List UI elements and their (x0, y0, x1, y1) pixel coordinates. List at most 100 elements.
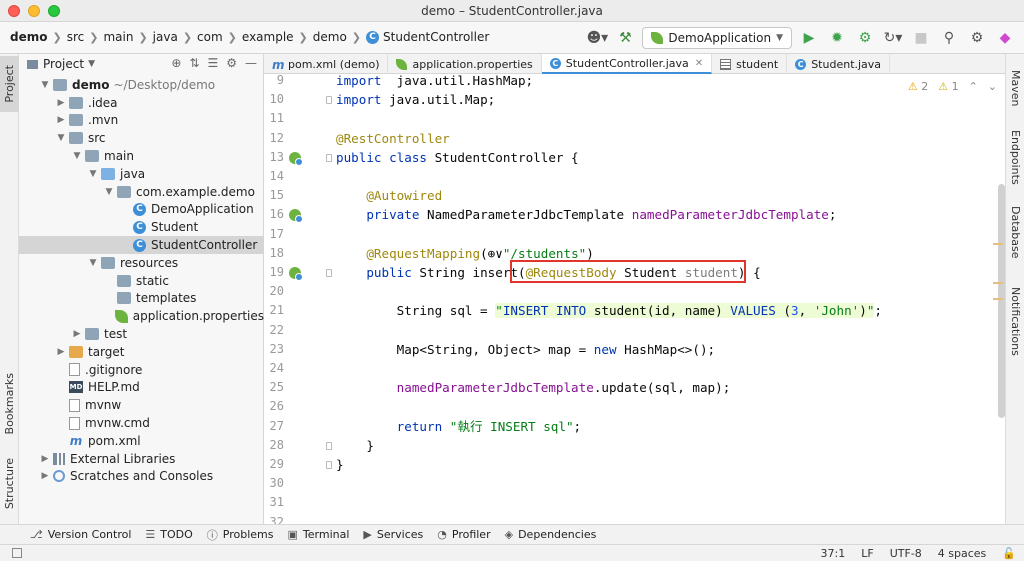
chevron-right-icon[interactable]: ▶ (71, 329, 83, 339)
run-configuration-select[interactable]: DemoApplication ▼ (642, 27, 792, 49)
chevron-down-icon[interactable]: ▼ (71, 151, 83, 161)
coverage-icon[interactable]: ⚙ (854, 27, 876, 49)
tool-button-terminal[interactable]: ▣ Terminal (288, 528, 350, 541)
tree-item[interactable]: templates (19, 290, 264, 308)
line-separator[interactable]: LF (861, 547, 873, 560)
tool-button-version-control[interactable]: ⎇ Version Control (30, 528, 131, 541)
chevron-right-icon[interactable]: ▶ (39, 454, 51, 464)
tool-button-problems[interactable]: ⓘ Problems (207, 527, 274, 543)
editor-tab[interactable]: student (712, 54, 788, 74)
tree-item[interactable]: m pom.xml (19, 432, 264, 450)
breadcrumb-item[interactable]: com (197, 30, 223, 44)
tree-item[interactable]: ▼ resources (19, 254, 264, 272)
editor-tab[interactable]: application.properties (388, 54, 542, 74)
fold-marker-icon[interactable] (326, 153, 332, 162)
collapse-all-icon[interactable]: ⇅ (189, 56, 199, 70)
tree-item[interactable]: mvnw (19, 396, 264, 414)
tree-item[interactable]: ▶ target (19, 343, 264, 361)
breadcrumb-item[interactable]: src (67, 30, 85, 44)
tree-item[interactable]: mvnw.cmd (19, 414, 264, 432)
close-tab-icon[interactable]: ✕ (695, 58, 703, 69)
tool-button-services[interactable]: ▶ Services (363, 528, 423, 541)
expand-all-icon[interactable]: ☰ (207, 56, 218, 70)
editor-tab[interactable]: m pom.xml (demo) (264, 54, 389, 74)
editor-vertical-scrollbar[interactable] (998, 184, 1005, 418)
tool-button-dependencies[interactable]: ◈ Dependencies (505, 528, 597, 541)
jetbrains-logo-icon[interactable]: ◆ (994, 27, 1016, 49)
lock-icon[interactable]: 🔓 (1002, 547, 1016, 560)
settings-gear-icon[interactable]: ⚙ (966, 27, 988, 49)
project-panel-title[interactable]: Project (43, 57, 84, 71)
endpoints-tool-tab[interactable]: Endpoints (1006, 120, 1024, 194)
search-icon[interactable]: ⚲ (938, 27, 960, 49)
chevron-down-icon[interactable]: ▼ (88, 59, 95, 69)
file-encoding[interactable]: UTF-8 (890, 547, 922, 560)
stop-icon[interactable]: ■ (910, 27, 932, 49)
tree-item[interactable]: static (19, 272, 264, 290)
spring-bean-icon[interactable] (289, 267, 303, 281)
chevron-up-icon[interactable]: ⌃ (969, 80, 978, 93)
locate-target-icon[interactable]: ⊕ (171, 56, 181, 70)
tree-item[interactable]: ▶ test (19, 325, 264, 343)
code-editor[interactable]: 9 10 11 12 13 14 15 16 17 18 19 20 21 22 23 24 25 26 27 28 2… (264, 74, 1005, 524)
user-icon[interactable]: ☻▾ (586, 27, 609, 49)
build-hammer-icon[interactable]: ⚒ (614, 27, 636, 49)
fold-marker-icon[interactable] (326, 96, 332, 105)
tool-windows-icon[interactable] (12, 548, 22, 558)
tree-item[interactable]: ▼ java (19, 165, 264, 183)
tree-item[interactable]: ▼ demo ~/Desktop/demo (19, 76, 264, 94)
tree-item[interactable]: ▶ .idea (19, 94, 264, 112)
spring-bean-icon[interactable] (289, 209, 303, 224)
notifications-tool-tab[interactable]: Notifications (1006, 276, 1024, 366)
chevron-right-icon[interactable]: ▶ (55, 115, 67, 125)
tree-item[interactable]: .gitignore (19, 361, 264, 379)
chevron-down-icon[interactable]: ⌄ (988, 80, 997, 93)
profile-icon[interactable]: ↻▾ (882, 27, 904, 49)
breadcrumb-item[interactable]: main (103, 30, 133, 44)
chevron-down-icon[interactable]: ▼ (87, 169, 99, 179)
debug-icon[interactable]: ✹ (826, 27, 848, 49)
chevron-right-icon[interactable]: ▶ (55, 98, 67, 108)
hide-panel-icon[interactable]: — (245, 56, 257, 70)
chevron-right-icon[interactable]: ▶ (39, 471, 51, 481)
breadcrumb-item[interactable]: StudentController (383, 30, 489, 44)
database-tool-tab[interactable]: Database (1006, 200, 1024, 264)
tree-item[interactable]: application.properties (19, 307, 264, 325)
inspection-indicators[interactable]: ⚠ 2 ⚠ 1 ⌃ ⌄ (908, 80, 997, 93)
tree-item[interactable]: ▼ src (19, 129, 264, 147)
spring-bean-icon[interactable] (289, 151, 303, 166)
tool-button-todo[interactable]: ☰ TODO (145, 528, 192, 541)
chevron-down-icon[interactable]: ▼ (87, 258, 99, 268)
breadcrumb-item[interactable]: demo (10, 30, 47, 44)
breadcrumb-item[interactable]: example (242, 30, 294, 44)
structure-tool-tab[interactable]: Structure (0, 454, 19, 514)
tool-button-profiler[interactable]: ◔ Profiler (437, 528, 490, 541)
maven-tool-tab[interactable]: Maven (1006, 60, 1024, 116)
editor-tab[interactable]: C StudentController.java ✕ (541, 54, 713, 74)
indent-setting[interactable]: 4 spaces (938, 547, 987, 560)
chevron-down-icon[interactable]: ▼ (55, 133, 67, 143)
tree-item[interactable]: ▼ main (19, 147, 264, 165)
chevron-down-icon[interactable]: ▼ (39, 80, 51, 90)
fold-marker-icon[interactable] (326, 461, 332, 469)
fold-marker-icon[interactable] (326, 441, 332, 450)
project-tool-tab[interactable]: Project (0, 56, 19, 112)
tree-item[interactable]: C Student (19, 218, 264, 236)
tree-item[interactable]: C DemoApplication (19, 201, 264, 219)
settings-gear-icon[interactable]: ⚙ (226, 56, 237, 70)
chevron-right-icon[interactable]: ▶ (55, 347, 67, 357)
breadcrumb-item[interactable]: java (153, 30, 178, 44)
tree-item[interactable]: MD HELP.md (19, 379, 264, 397)
tree-item[interactable]: C StudentController (19, 236, 264, 254)
fold-marker-icon[interactable] (326, 269, 332, 277)
chevron-down-icon[interactable]: ▼ (103, 187, 115, 197)
caret-position[interactable]: 37:1 (821, 547, 846, 560)
breadcrumb-item[interactable]: demo (313, 30, 347, 44)
run-icon[interactable]: ▶ (798, 27, 820, 49)
tree-item[interactable]: ▶ External Libraries (19, 450, 264, 468)
tree-item[interactable]: ▼ com.example.demo (19, 183, 264, 201)
bookmarks-tool-tab[interactable]: Bookmarks (0, 370, 19, 438)
editor-tab[interactable]: C Student.java (787, 54, 891, 74)
tree-item[interactable]: ▶ Scratches and Consoles (19, 468, 264, 486)
tree-item[interactable]: ▶ .mvn (19, 112, 264, 130)
